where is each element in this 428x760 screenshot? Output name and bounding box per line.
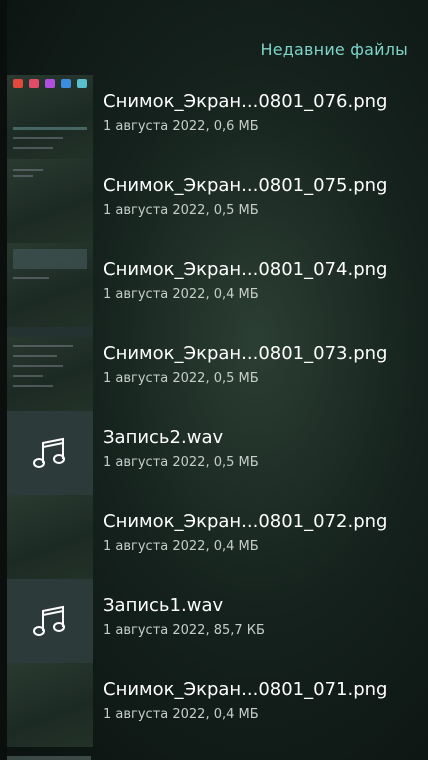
music-note-icon xyxy=(33,605,65,636)
file-name: Снимок_Экран...0801_073.png xyxy=(103,343,388,364)
audio-thumbnail xyxy=(7,411,93,495)
file-name: Снимок_Экран...0801_076.png xyxy=(103,91,388,112)
screenshot-thumbnail xyxy=(7,663,93,747)
file-info: 1 августа 2022, 0,4 МБ xyxy=(103,539,259,554)
screenshot-thumbnail xyxy=(7,243,93,327)
file-name: Снимок_Экран...0801_071.png xyxy=(103,679,388,700)
recent-files-title: Недавние файлы xyxy=(260,40,408,59)
file-name: Снимок_Экран...0801_074.png xyxy=(103,259,388,280)
file-name: Снимок_Экран...0801_075.png xyxy=(103,175,388,196)
music-note-icon xyxy=(33,437,65,468)
file-row[interactable]: Запись2.wav 1 августа 2022, 0,5 МБ xyxy=(7,411,428,495)
file-name: Запись2.wav xyxy=(103,427,224,448)
file-row[interactable]: Снимок_Экран...0801_074.png 1 августа 20… xyxy=(7,243,428,327)
left-edge xyxy=(0,0,7,760)
screenshot-thumbnail xyxy=(7,75,93,159)
file-row[interactable]: Снимок_Экран...0801_072.png 1 августа 20… xyxy=(7,495,428,579)
file-info: 1 августа 2022, 0,5 МБ xyxy=(103,203,259,218)
file-row[interactable]: Снимок_Экран...0801_071.png 1 августа 20… xyxy=(7,663,428,747)
recent-files-list: Снимок_Экран...0801_076.png 1 августа 20… xyxy=(7,75,428,747)
bottom-strip xyxy=(7,756,91,760)
file-info: 1 августа 2022, 0,5 МБ xyxy=(103,455,259,470)
file-name: Запись1.wav xyxy=(103,595,224,616)
file-row[interactable]: Снимок_Экран...0801_073.png 1 августа 20… xyxy=(7,327,428,411)
screenshot-thumbnail xyxy=(7,159,93,243)
file-row[interactable]: Снимок_Экран...0801_075.png 1 августа 20… xyxy=(7,159,428,243)
file-info: 1 августа 2022, 0,5 МБ xyxy=(103,371,259,386)
audio-thumbnail xyxy=(7,579,93,663)
screenshot-thumbnail xyxy=(7,495,93,579)
file-name: Снимок_Экран...0801_072.png xyxy=(103,511,388,532)
file-row[interactable]: Снимок_Экран...0801_076.png 1 августа 20… xyxy=(7,75,428,159)
file-info: 1 августа 2022, 0,4 МБ xyxy=(103,287,259,302)
file-info: 1 августа 2022, 85,7 КБ xyxy=(103,623,265,638)
file-info: 1 августа 2022, 0,6 МБ xyxy=(103,119,259,134)
screenshot-thumbnail xyxy=(7,327,93,411)
file-row[interactable]: Запись1.wav 1 августа 2022, 85,7 КБ xyxy=(7,579,428,663)
file-info: 1 августа 2022, 0,4 МБ xyxy=(103,707,259,722)
